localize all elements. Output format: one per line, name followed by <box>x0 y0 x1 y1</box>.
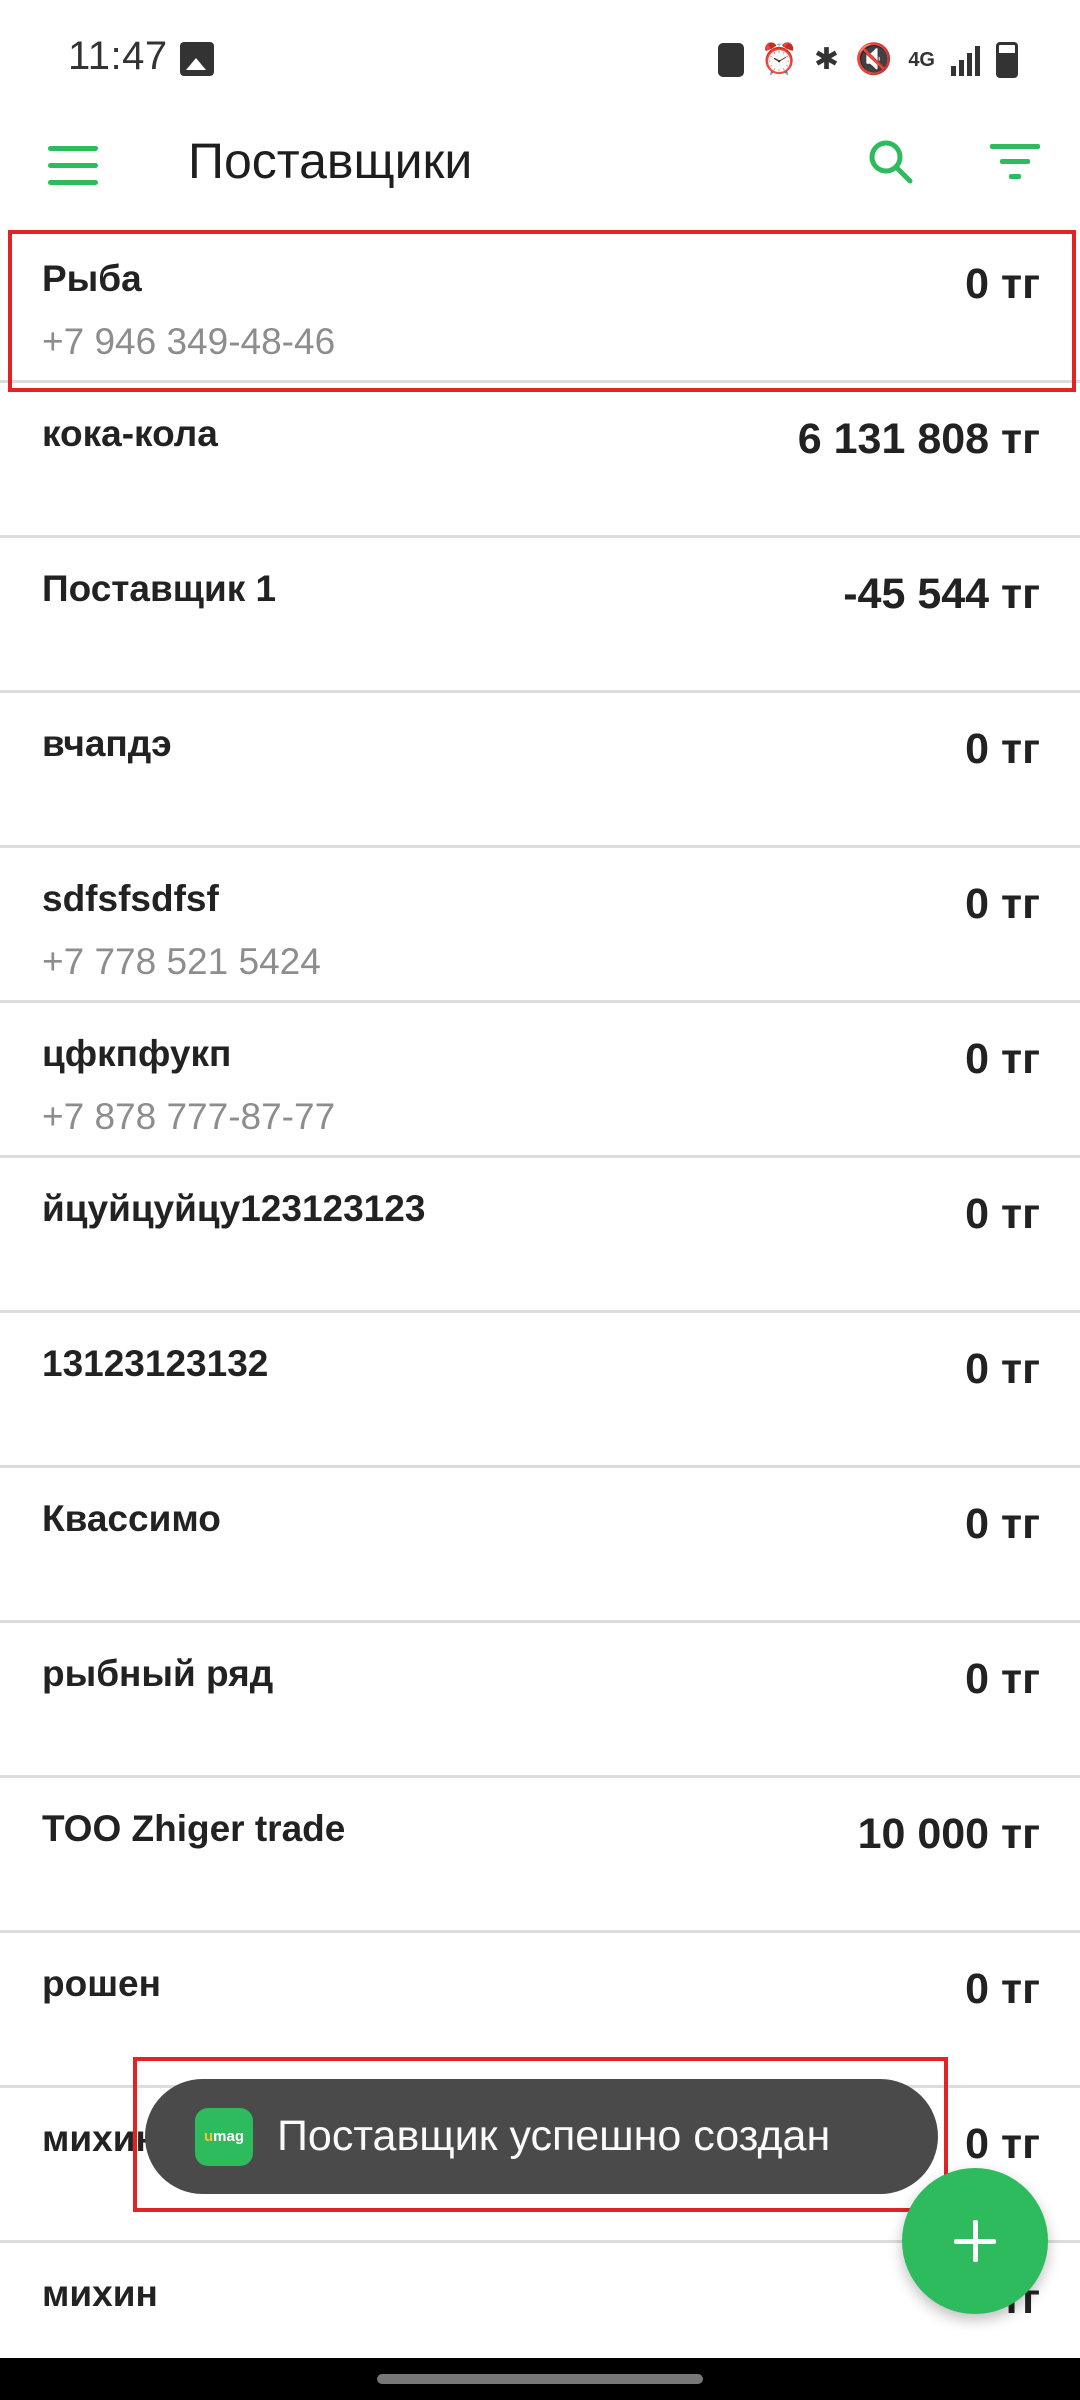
mute-icon: 🔇 <box>854 43 893 76</box>
battery-saver-icon <box>718 43 745 77</box>
supplier-phone: +7 946 349-48-46 <box>42 321 336 362</box>
supplier-amount: 0 тг <box>965 1655 1040 1703</box>
supplier-name: рошен <box>42 1963 161 2004</box>
supplier-name: рыбный ряд <box>42 1653 274 1694</box>
hamburger-menu-icon[interactable] <box>48 146 98 186</box>
supplier-row[interactable]: sdfsfsdfsf +7 778 521 5424 0 тг <box>0 848 1080 1003</box>
toast: u mag Поставщик успешно создан <box>145 2079 938 2194</box>
search-icon[interactable] <box>866 137 914 185</box>
supplier-amount: 0 тг <box>965 880 1040 928</box>
gallery-icon <box>180 42 214 76</box>
umag-logo-icon: u mag <box>195 2107 253 2166</box>
status-bar: 11:47 ⏰ ✱ 🔇 4G <box>0 0 1080 120</box>
supplier-name: Рыба <box>42 258 142 299</box>
supplier-row[interactable]: рыбный ряд 0 тг <box>0 1623 1080 1778</box>
supplier-name: михин <box>42 2273 158 2314</box>
supplier-row[interactable]: кока-кола 6 131 808 тг <box>0 383 1080 538</box>
supplier-row[interactable]: Рыба +7 946 349-48-46 0 тг <box>0 228 1080 383</box>
supplier-row[interactable]: рошен 0 тг <box>0 1933 1080 2088</box>
signal-icon <box>951 44 980 76</box>
supplier-phone: +7 878 777-87-77 <box>42 1096 336 1137</box>
supplier-row[interactable]: 13123123132 0 тг <box>0 1313 1080 1468</box>
supplier-row[interactable]: йцуйцуйцу123123123 0 тг <box>0 1158 1080 1313</box>
supplier-name: кока-кола <box>42 413 218 454</box>
alarm-icon: ⏰ <box>760 43 798 76</box>
toolbar: Поставщики <box>0 120 1080 220</box>
navigation-bar <box>0 2358 1080 2400</box>
supplier-name: sdfsfsdfsf <box>42 878 219 919</box>
supplier-name: Квассимо <box>42 1498 221 1539</box>
supplier-amount: 0 тг <box>965 1190 1040 1238</box>
supplier-amount: 0 тг <box>965 1965 1040 2013</box>
add-supplier-button[interactable] <box>902 2168 1048 2314</box>
supplier-amount: 0 тг <box>965 725 1040 773</box>
supplier-amount: 0 тг <box>965 1345 1040 1393</box>
supplier-row[interactable]: вчапдэ 0 тг <box>0 693 1080 848</box>
supplier-name: Поставщик 1 <box>42 568 277 609</box>
supplier-amount: 0 тг <box>965 1035 1040 1083</box>
supplier-name: ТОО Zhiger trade <box>42 1808 346 1849</box>
status-time: 11:47 <box>68 34 168 78</box>
supplier-amount: 6 131 808 тг <box>797 415 1040 463</box>
supplier-amount: 0 тг <box>965 1500 1040 1548</box>
supplier-row[interactable]: цфкпфукп +7 878 777-87-77 0 тг <box>0 1003 1080 1158</box>
supplier-phone: +7 778 521 5424 <box>42 941 321 982</box>
screen: 11:47 ⏰ ✱ 🔇 4G Поставщики Рыба +7 946 34… <box>0 0 1080 2400</box>
status-icons: ⏰ ✱ 🔇 4G <box>718 40 1018 80</box>
bluetooth-icon: ✱ <box>813 43 839 76</box>
supplier-amount: -45 544 тг <box>843 570 1040 618</box>
home-handle[interactable] <box>377 2374 703 2384</box>
supplier-name: цфкпфукп <box>42 1033 232 1074</box>
toast-message: Поставщик успешно создан <box>277 2112 831 2160</box>
page-title: Поставщики <box>188 133 473 189</box>
4g-icon: 4G <box>908 49 935 71</box>
supplier-amount: 0 тг <box>965 260 1040 308</box>
supplier-list: Рыба +7 946 349-48-46 0 тг кока-кола 6 1… <box>0 228 1080 2398</box>
supplier-amount: 0 тг <box>965 2120 1040 2168</box>
supplier-row[interactable]: Квассимо 0 тг <box>0 1468 1080 1623</box>
filter-icon[interactable] <box>990 142 1040 182</box>
supplier-amount: 10 000 тг <box>857 1810 1040 1858</box>
supplier-name: йцуйцуйцу123123123 <box>42 1188 426 1229</box>
supplier-name: 13123123132 <box>42 1343 269 1384</box>
supplier-name: вчапдэ <box>42 723 172 764</box>
supplier-row[interactable]: ТОО Zhiger trade 10 000 тг <box>0 1778 1080 1933</box>
supplier-name: михин <box>42 2118 158 2159</box>
supplier-row[interactable]: Поставщик 1 -45 544 тг <box>0 538 1080 693</box>
battery-icon <box>996 42 1018 78</box>
